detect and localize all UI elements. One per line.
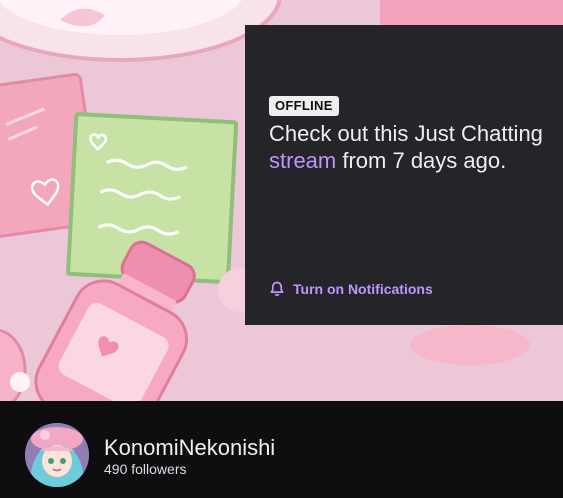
notification-label: Turn on Notifications: [293, 281, 433, 297]
offline-message-text-end: from 7 days ago.: [336, 148, 507, 173]
offline-panel: OFFLINE Check out this Just Chatting str…: [245, 25, 563, 325]
offline-badge: OFFLINE: [269, 96, 339, 116]
offline-message-text: Check out this Just Chatting: [269, 121, 543, 146]
avatar[interactable]: [25, 423, 89, 487]
channel-info-bar: KonomiNekonishi 490 followers: [0, 401, 563, 498]
follower-count: 490 followers: [104, 461, 187, 477]
stream-link[interactable]: stream: [269, 148, 336, 173]
offline-message: Check out this Just Chatting stream from…: [269, 120, 549, 174]
turn-on-notifications-button[interactable]: Turn on Notifications: [269, 278, 433, 300]
bell-icon: [269, 281, 285, 297]
channel-name[interactable]: KonomiNekonishi: [104, 435, 275, 461]
